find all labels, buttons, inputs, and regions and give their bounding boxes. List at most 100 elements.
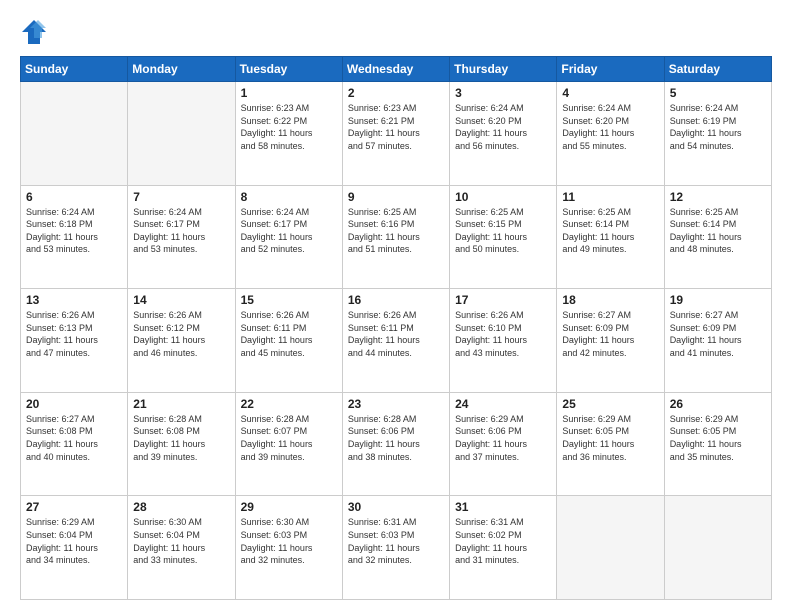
weekday-saturday: Saturday	[664, 57, 771, 82]
week-row-2: 6 Sunrise: 6:24 AMSunset: 6:18 PMDaylight…	[21, 185, 772, 289]
day-info: Sunrise: 6:29 AMSunset: 6:04 PMDaylight:…	[26, 516, 122, 566]
day-info: Sunrise: 6:28 AMSunset: 6:08 PMDaylight:…	[133, 413, 229, 463]
day-number: 26	[670, 397, 766, 411]
day-info: Sunrise: 6:26 AMSunset: 6:11 PMDaylight:…	[348, 309, 444, 359]
day-cell: 21 Sunrise: 6:28 AMSunset: 6:08 PMDayligh…	[128, 392, 235, 496]
day-info: Sunrise: 6:31 AMSunset: 6:03 PMDaylight:…	[348, 516, 444, 566]
day-info: Sunrise: 6:26 AMSunset: 6:13 PMDaylight:…	[26, 309, 122, 359]
week-row-5: 27 Sunrise: 6:29 AMSunset: 6:04 PMDayligh…	[21, 496, 772, 600]
day-number: 14	[133, 293, 229, 307]
day-number: 18	[562, 293, 658, 307]
day-info: Sunrise: 6:24 AMSunset: 6:20 PMDaylight:…	[455, 102, 551, 152]
day-info: Sunrise: 6:28 AMSunset: 6:07 PMDaylight:…	[241, 413, 337, 463]
week-row-4: 20 Sunrise: 6:27 AMSunset: 6:08 PMDayligh…	[21, 392, 772, 496]
day-info: Sunrise: 6:24 AMSunset: 6:17 PMDaylight:…	[133, 206, 229, 256]
day-info: Sunrise: 6:25 AMSunset: 6:15 PMDaylight:…	[455, 206, 551, 256]
day-cell: 1 Sunrise: 6:23 AMSunset: 6:22 PMDaylight…	[235, 82, 342, 186]
day-cell: 3 Sunrise: 6:24 AMSunset: 6:20 PMDaylight…	[450, 82, 557, 186]
week-row-3: 13 Sunrise: 6:26 AMSunset: 6:13 PMDayligh…	[21, 289, 772, 393]
day-number: 1	[241, 86, 337, 100]
day-info: Sunrise: 6:27 AMSunset: 6:08 PMDaylight:…	[26, 413, 122, 463]
day-cell: 28 Sunrise: 6:30 AMSunset: 6:04 PMDayligh…	[128, 496, 235, 600]
day-number: 4	[562, 86, 658, 100]
day-cell: 2 Sunrise: 6:23 AMSunset: 6:21 PMDaylight…	[342, 82, 449, 186]
day-info: Sunrise: 6:29 AMSunset: 6:06 PMDaylight:…	[455, 413, 551, 463]
day-number: 30	[348, 500, 444, 514]
weekday-wednesday: Wednesday	[342, 57, 449, 82]
day-info: Sunrise: 6:24 AMSunset: 6:18 PMDaylight:…	[26, 206, 122, 256]
day-info: Sunrise: 6:25 AMSunset: 6:16 PMDaylight:…	[348, 206, 444, 256]
day-number: 11	[562, 190, 658, 204]
day-cell: 12 Sunrise: 6:25 AMSunset: 6:14 PMDayligh…	[664, 185, 771, 289]
day-cell: 7 Sunrise: 6:24 AMSunset: 6:17 PMDaylight…	[128, 185, 235, 289]
day-info: Sunrise: 6:30 AMSunset: 6:03 PMDaylight:…	[241, 516, 337, 566]
day-cell	[557, 496, 664, 600]
day-info: Sunrise: 6:30 AMSunset: 6:04 PMDaylight:…	[133, 516, 229, 566]
logo	[20, 18, 52, 46]
day-number: 25	[562, 397, 658, 411]
day-cell: 14 Sunrise: 6:26 AMSunset: 6:12 PMDayligh…	[128, 289, 235, 393]
day-cell: 26 Sunrise: 6:29 AMSunset: 6:05 PMDayligh…	[664, 392, 771, 496]
day-number: 27	[26, 500, 122, 514]
weekday-monday: Monday	[128, 57, 235, 82]
day-number: 13	[26, 293, 122, 307]
day-cell: 27 Sunrise: 6:29 AMSunset: 6:04 PMDayligh…	[21, 496, 128, 600]
weekday-header-row: SundayMondayTuesdayWednesdayThursdayFrid…	[21, 57, 772, 82]
weekday-tuesday: Tuesday	[235, 57, 342, 82]
day-cell: 30 Sunrise: 6:31 AMSunset: 6:03 PMDayligh…	[342, 496, 449, 600]
day-number: 12	[670, 190, 766, 204]
day-cell: 5Sunrise: 6:24 AMSunset: 6:19 PMDaylight…	[664, 82, 771, 186]
page: SundayMondayTuesdayWednesdayThursdayFrid…	[0, 0, 792, 612]
day-cell	[21, 82, 128, 186]
header	[20, 18, 772, 46]
day-number: 23	[348, 397, 444, 411]
day-info: Sunrise: 6:23 AMSunset: 6:21 PMDaylight:…	[348, 102, 444, 152]
day-info: Sunrise: 6:24 AMSunset: 6:20 PMDaylight:…	[562, 102, 658, 152]
day-info: Sunrise: 6:29 AMSunset: 6:05 PMDaylight:…	[670, 413, 766, 463]
day-number: 8	[241, 190, 337, 204]
day-cell: 23 Sunrise: 6:28 AMSunset: 6:06 PMDayligh…	[342, 392, 449, 496]
day-number: 3	[455, 86, 551, 100]
week-row-1: 1 Sunrise: 6:23 AMSunset: 6:22 PMDaylight…	[21, 82, 772, 186]
day-number: 31	[455, 500, 551, 514]
day-info: Sunrise: 6:25 AMSunset: 6:14 PMDaylight:…	[670, 206, 766, 256]
logo-icon	[20, 18, 48, 46]
day-info: Sunrise: 6:27 AMSunset: 6:09 PMDaylight:…	[562, 309, 658, 359]
day-cell: 18 Sunrise: 6:27 AMSunset: 6:09 PMDayligh…	[557, 289, 664, 393]
day-info: Sunrise: 6:26 AMSunset: 6:10 PMDaylight:…	[455, 309, 551, 359]
weekday-friday: Friday	[557, 57, 664, 82]
day-cell: 20 Sunrise: 6:27 AMSunset: 6:08 PMDayligh…	[21, 392, 128, 496]
day-number: 10	[455, 190, 551, 204]
weekday-thursday: Thursday	[450, 57, 557, 82]
day-number: 24	[455, 397, 551, 411]
day-cell: 19 Sunrise: 6:27 AMSunset: 6:09 PMDayligh…	[664, 289, 771, 393]
day-info: Sunrise: 6:23 AMSunset: 6:22 PMDaylight:…	[241, 102, 337, 152]
day-info: Sunrise: 6:29 AMSunset: 6:05 PMDaylight:…	[562, 413, 658, 463]
day-number: 21	[133, 397, 229, 411]
day-cell: 22 Sunrise: 6:28 AMSunset: 6:07 PMDayligh…	[235, 392, 342, 496]
day-number: 19	[670, 293, 766, 307]
calendar-table: SundayMondayTuesdayWednesdayThursdayFrid…	[20, 56, 772, 600]
day-cell: 16 Sunrise: 6:26 AMSunset: 6:11 PMDayligh…	[342, 289, 449, 393]
day-number: 6	[26, 190, 122, 204]
day-info: Sunrise: 6:26 AMSunset: 6:12 PMDaylight:…	[133, 309, 229, 359]
day-number: 2	[348, 86, 444, 100]
day-number: 22	[241, 397, 337, 411]
day-cell: 10 Sunrise: 6:25 AMSunset: 6:15 PMDayligh…	[450, 185, 557, 289]
day-cell: 9 Sunrise: 6:25 AMSunset: 6:16 PMDaylight…	[342, 185, 449, 289]
day-number: 20	[26, 397, 122, 411]
day-number: 28	[133, 500, 229, 514]
day-cell: 29 Sunrise: 6:30 AMSunset: 6:03 PMDayligh…	[235, 496, 342, 600]
day-number: 29	[241, 500, 337, 514]
day-info: Sunrise: 6:27 AMSunset: 6:09 PMDaylight:…	[670, 309, 766, 359]
day-info: Sunrise: 6:26 AMSunset: 6:11 PMDaylight:…	[241, 309, 337, 359]
day-number: 16	[348, 293, 444, 307]
day-number: 5	[670, 86, 766, 100]
day-cell: 4 Sunrise: 6:24 AMSunset: 6:20 PMDaylight…	[557, 82, 664, 186]
day-info: Sunrise: 6:28 AMSunset: 6:06 PMDaylight:…	[348, 413, 444, 463]
day-number: 9	[348, 190, 444, 204]
day-cell: 31Sunrise: 6:31 AMSunset: 6:02 PMDayligh…	[450, 496, 557, 600]
day-info: Sunrise: 6:25 AMSunset: 6:14 PMDaylight:…	[562, 206, 658, 256]
day-number: 7	[133, 190, 229, 204]
day-info: Sunrise: 6:24 AMSunset: 6:17 PMDaylight:…	[241, 206, 337, 256]
